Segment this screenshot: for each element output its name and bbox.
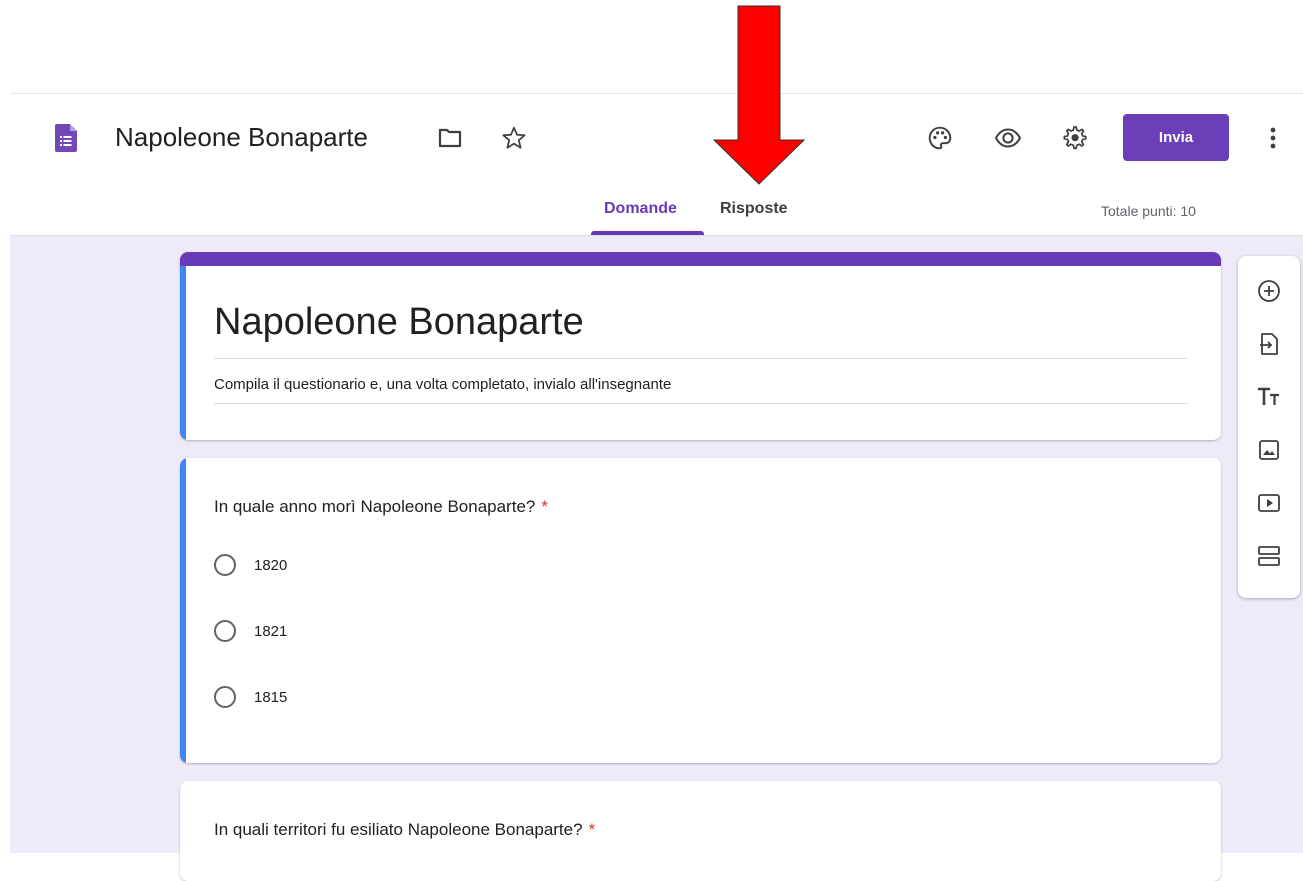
star-icon[interactable] [500, 124, 528, 152]
gear-icon[interactable] [1059, 123, 1089, 153]
option-item[interactable]: 1820 [214, 554, 287, 576]
eye-icon[interactable] [993, 123, 1023, 153]
total-points-label: Totale punti: 10 [1101, 203, 1196, 219]
side-toolbar [1238, 256, 1300, 598]
form-title[interactable]: Napoleone Bonaparte [214, 300, 584, 344]
title-card-top-bar [180, 252, 1221, 266]
question-text[interactable]: In quale anno morì Napoleone Bonaparte? * [214, 497, 548, 517]
option-item[interactable]: 1821 [214, 620, 287, 642]
tab-questions[interactable]: Domande [604, 200, 677, 218]
form-canvas: Napoleone Bonaparte Compila il questiona… [10, 236, 1303, 881]
active-tab-indicator [591, 231, 704, 235]
radio-button[interactable] [214, 686, 236, 708]
add-image-icon[interactable] [1254, 435, 1284, 465]
more-vert-icon[interactable] [1263, 123, 1283, 153]
send-button[interactable]: Invia [1123, 114, 1229, 161]
tab-responses[interactable]: Risposte [720, 200, 788, 218]
question-label: In quale anno morì Napoleone Bonaparte? [214, 497, 536, 516]
radio-button[interactable] [214, 620, 236, 642]
add-section-icon[interactable] [1254, 541, 1284, 571]
add-video-icon[interactable] [1254, 488, 1284, 518]
form-title-card[interactable]: Napoleone Bonaparte Compila il questiona… [180, 252, 1221, 440]
option-label: 1820 [254, 556, 288, 574]
forms-logo-icon[interactable] [55, 124, 77, 152]
question-card[interactable]: In quale anno morì Napoleone Bonaparte? *… [180, 458, 1221, 763]
option-label: 1815 [254, 688, 288, 706]
annotation-arrow-icon [713, 5, 805, 185]
form-description[interactable]: Compila il questionario e, una volta com… [214, 376, 671, 393]
folder-icon[interactable] [437, 125, 463, 151]
required-asterisk: * [588, 820, 596, 839]
add-question-icon[interactable] [1254, 276, 1284, 306]
question-label: In quali territori fu esiliato Napoleone… [214, 820, 583, 839]
radio-button[interactable] [214, 554, 236, 576]
divider [214, 403, 1188, 404]
import-questions-icon[interactable] [1254, 329, 1284, 359]
required-asterisk: * [541, 497, 548, 516]
document-title[interactable]: Napoleone Bonaparte [115, 120, 368, 154]
question-card[interactable]: In quali territori fu esiliato Napoleone… [180, 781, 1221, 881]
add-title-icon[interactable] [1254, 382, 1284, 412]
option-label: 1821 [254, 622, 288, 640]
palette-icon[interactable] [925, 123, 955, 153]
question-text[interactable]: In quali territori fu esiliato Napoleone… [214, 820, 595, 840]
divider [214, 358, 1188, 359]
card-focus-accent [180, 266, 186, 440]
option-item[interactable]: 1815 [214, 686, 287, 708]
app-header: Napoleone Bonaparte Invia Domande Rispos… [10, 93, 1303, 236]
card-focus-accent [180, 458, 186, 763]
